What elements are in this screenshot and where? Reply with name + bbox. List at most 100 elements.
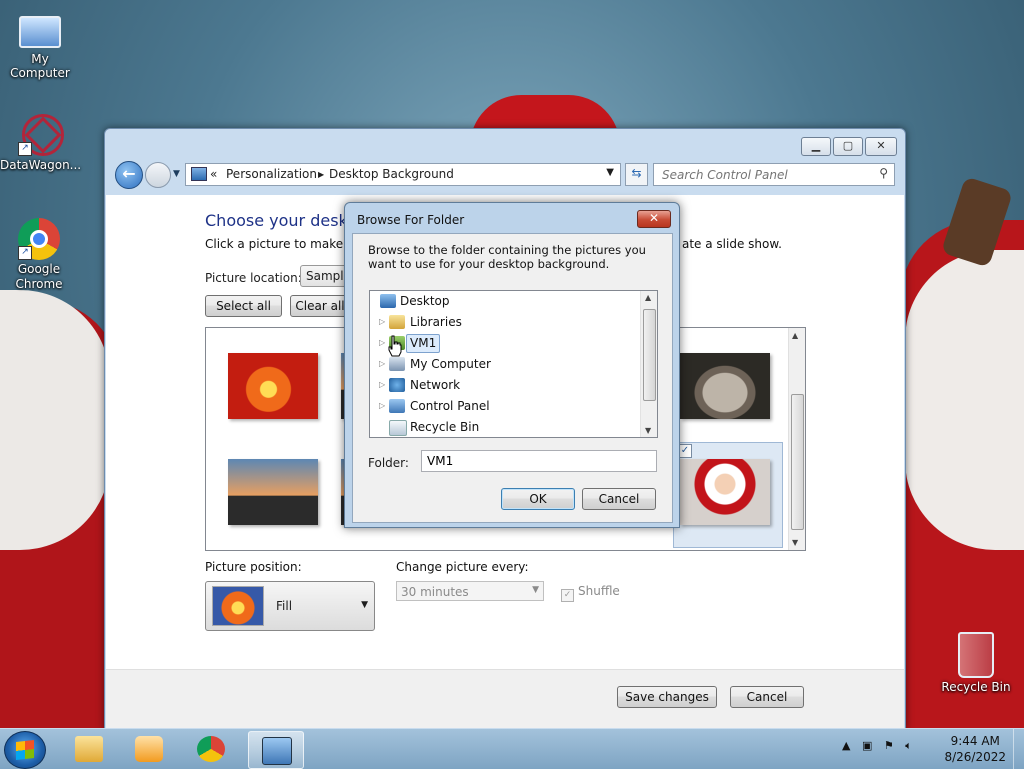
taskbar-explorer[interactable] — [62, 731, 116, 767]
tree-item-network[interactable]: ▷ Network — [370, 375, 640, 395]
clock[interactable]: 9:44 AM 8/26/2022 — [944, 733, 1006, 765]
clock-time: 9:44 AM — [950, 734, 1000, 748]
expand-arrow-icon[interactable]: ▷ — [379, 312, 385, 332]
dialog-description: Browse to the folder containing the pict… — [368, 243, 646, 271]
dialog-body: Browse to the folder containing the pict… — [352, 233, 673, 523]
address-dropdown-icon[interactable]: ▼ — [606, 167, 614, 178]
tree-item-label: Recycle Bin — [410, 420, 480, 434]
expand-arrow-icon[interactable]: ▷ — [379, 354, 385, 374]
expand-arrow-icon[interactable]: ▷ — [379, 396, 385, 416]
maximize-button[interactable]: ▢ — [833, 137, 863, 156]
scroll-up-icon[interactable]: ▲ — [792, 331, 798, 340]
computer-icon — [389, 357, 405, 371]
tree-item-desktop[interactable]: Desktop — [370, 291, 640, 311]
tree-item-libraries[interactable]: ▷ Libraries — [370, 312, 640, 332]
search-box[interactable]: ⚲ — [653, 163, 895, 186]
control-panel-icon — [389, 399, 405, 413]
show-desktop-button[interactable] — [1013, 729, 1024, 769]
tree-item-my-computer[interactable]: ▷ My Computer — [370, 354, 640, 374]
tree-scrollbar[interactable]: ▲ ▼ — [640, 291, 657, 437]
thumbnail-santa[interactable] — [680, 459, 770, 525]
thumbnail-koala[interactable] — [680, 353, 770, 419]
tree-item-vm1[interactable]: ▷ VM1 — [370, 333, 640, 353]
refresh-button[interactable]: ⇆ — [625, 163, 648, 186]
tree-item-control-panel[interactable]: ▷ Control Panel — [370, 396, 640, 416]
search-icon[interactable]: ⚲ — [879, 166, 888, 180]
desktop-icon-label: Recycle Bin — [941, 680, 1011, 694]
breadcrumb-separator-icon[interactable]: ▶ — [318, 170, 324, 179]
picture-position-select[interactable]: Fill ▼ — [205, 581, 375, 631]
chrome-icon — [197, 736, 225, 762]
start-button[interactable] — [4, 731, 46, 769]
control-panel-icon — [262, 737, 292, 765]
desktop-icon — [380, 294, 396, 308]
shuffle-checkbox[interactable]: ✓ Shuffle — [561, 584, 620, 602]
wallpaper-fur-left — [0, 290, 110, 550]
scrollbar-thumb[interactable] — [791, 394, 804, 530]
tree-item-label: Control Panel — [410, 399, 490, 413]
tree-item-label: My Computer — [410, 357, 491, 371]
search-input[interactable] — [660, 167, 874, 183]
desktop-icon-my-computer[interactable]: My Computer — [0, 10, 80, 80]
expand-arrow-icon[interactable]: ▷ — [379, 333, 385, 353]
datawagon-icon: ↗ — [18, 112, 64, 156]
back-button[interactable]: ← — [115, 161, 143, 189]
shortcut-arrow-icon: ↗ — [18, 246, 32, 260]
cancel-button[interactable]: Cancel — [730, 686, 804, 708]
tree-item-recycle-bin[interactable]: Recycle Bin — [370, 417, 640, 437]
expand-arrow-icon[interactable]: ▷ — [379, 375, 385, 395]
action-center-icon[interactable]: ⚑ — [884, 739, 894, 752]
minimize-button[interactable]: ▁ — [801, 137, 831, 156]
taskbar-chrome[interactable] — [184, 731, 238, 767]
gallery-scrollbar[interactable]: ▲ ▼ — [788, 328, 805, 550]
recycle-bin-icon — [958, 632, 994, 678]
tree-item-label: Network — [410, 378, 461, 392]
media-player-icon — [135, 736, 163, 762]
volume-icon[interactable]: 🔈︎ — [905, 739, 912, 752]
tree-item-label: Desktop — [400, 294, 450, 308]
desktop-icon-recycle-bin[interactable]: Recycle Bin — [936, 632, 1016, 694]
window-caption-buttons: ▁ ▢ ✕ — [801, 137, 897, 156]
scroll-down-icon[interactable]: ▼ — [792, 538, 798, 547]
folder-tree[interactable]: Desktop ▷ Libraries ▷ VM1 ▷ My Computer … — [369, 290, 658, 438]
thumbnail-lighthouse[interactable] — [228, 459, 318, 525]
network-tray-icon[interactable]: ▣ — [862, 739, 872, 752]
address-bar[interactable]: « Personalization ▶ Desktop Background ▼ — [185, 163, 621, 186]
ok-button[interactable]: OK — [501, 488, 575, 510]
dialog-close-button[interactable]: ✕ — [637, 210, 671, 228]
scrollbar-thumb[interactable] — [643, 309, 656, 401]
forward-button[interactable] — [145, 162, 171, 188]
folder-input[interactable] — [421, 450, 657, 472]
scroll-down-icon[interactable]: ▼ — [645, 426, 651, 435]
close-button[interactable]: ✕ — [865, 137, 897, 156]
checkbox-icon[interactable]: ✓ — [678, 444, 692, 458]
show-hidden-icons-icon[interactable]: ▲ — [842, 739, 850, 752]
breadcrumb-personalization[interactable]: Personalization — [226, 167, 317, 181]
change-picture-select[interactable]: 30 minutes ▼ — [396, 581, 544, 601]
thumbnail-chrysanthemum[interactable] — [228, 353, 318, 419]
save-changes-button[interactable]: Save changes — [617, 686, 717, 708]
tree-item-label: Libraries — [410, 315, 462, 329]
desktop-icon-google-chrome[interactable]: ↗ Google Chrome — [0, 218, 78, 292]
recent-pages-dropdown[interactable]: ▼ — [173, 169, 180, 179]
navigation-bar: ← ▼ « Personalization ▶ Desktop Backgrou… — [115, 161, 897, 189]
system-tray: ▲ ▣ ⚑ 🔈︎ — [842, 739, 920, 753]
chevron-down-icon: ▼ — [532, 585, 539, 595]
breadcrumb-overflow[interactable]: « — [210, 167, 217, 181]
select-all-button[interactable]: Select all — [205, 295, 282, 317]
scroll-up-icon[interactable]: ▲ — [645, 293, 651, 302]
taskbar-media-player[interactable] — [122, 731, 176, 767]
desktop-icon-datawagon[interactable]: ↗ DataWagon... — [0, 112, 81, 172]
wallpaper-fur-right — [905, 250, 1024, 550]
picture-position-value: Fill — [276, 599, 293, 613]
dialog-cancel-button[interactable]: Cancel — [582, 488, 656, 510]
taskbar: ▲ ▣ ⚑ 🔈︎ 9:44 AM 8/26/2022 — [0, 728, 1024, 769]
desktop-icon-label: My Computer — [10, 52, 70, 80]
checkbox-icon[interactable]: ✓ — [561, 589, 574, 602]
taskbar-control-panel[interactable] — [248, 731, 304, 769]
position-preview-image — [212, 586, 264, 626]
picture-position-label: Picture position: — [205, 560, 302, 574]
clear-all-button[interactable]: Clear all — [290, 295, 350, 317]
instruction-text-tail: ate a slide show. — [682, 237, 782, 251]
breadcrumb-desktop-background[interactable]: Desktop Background — [329, 167, 454, 181]
